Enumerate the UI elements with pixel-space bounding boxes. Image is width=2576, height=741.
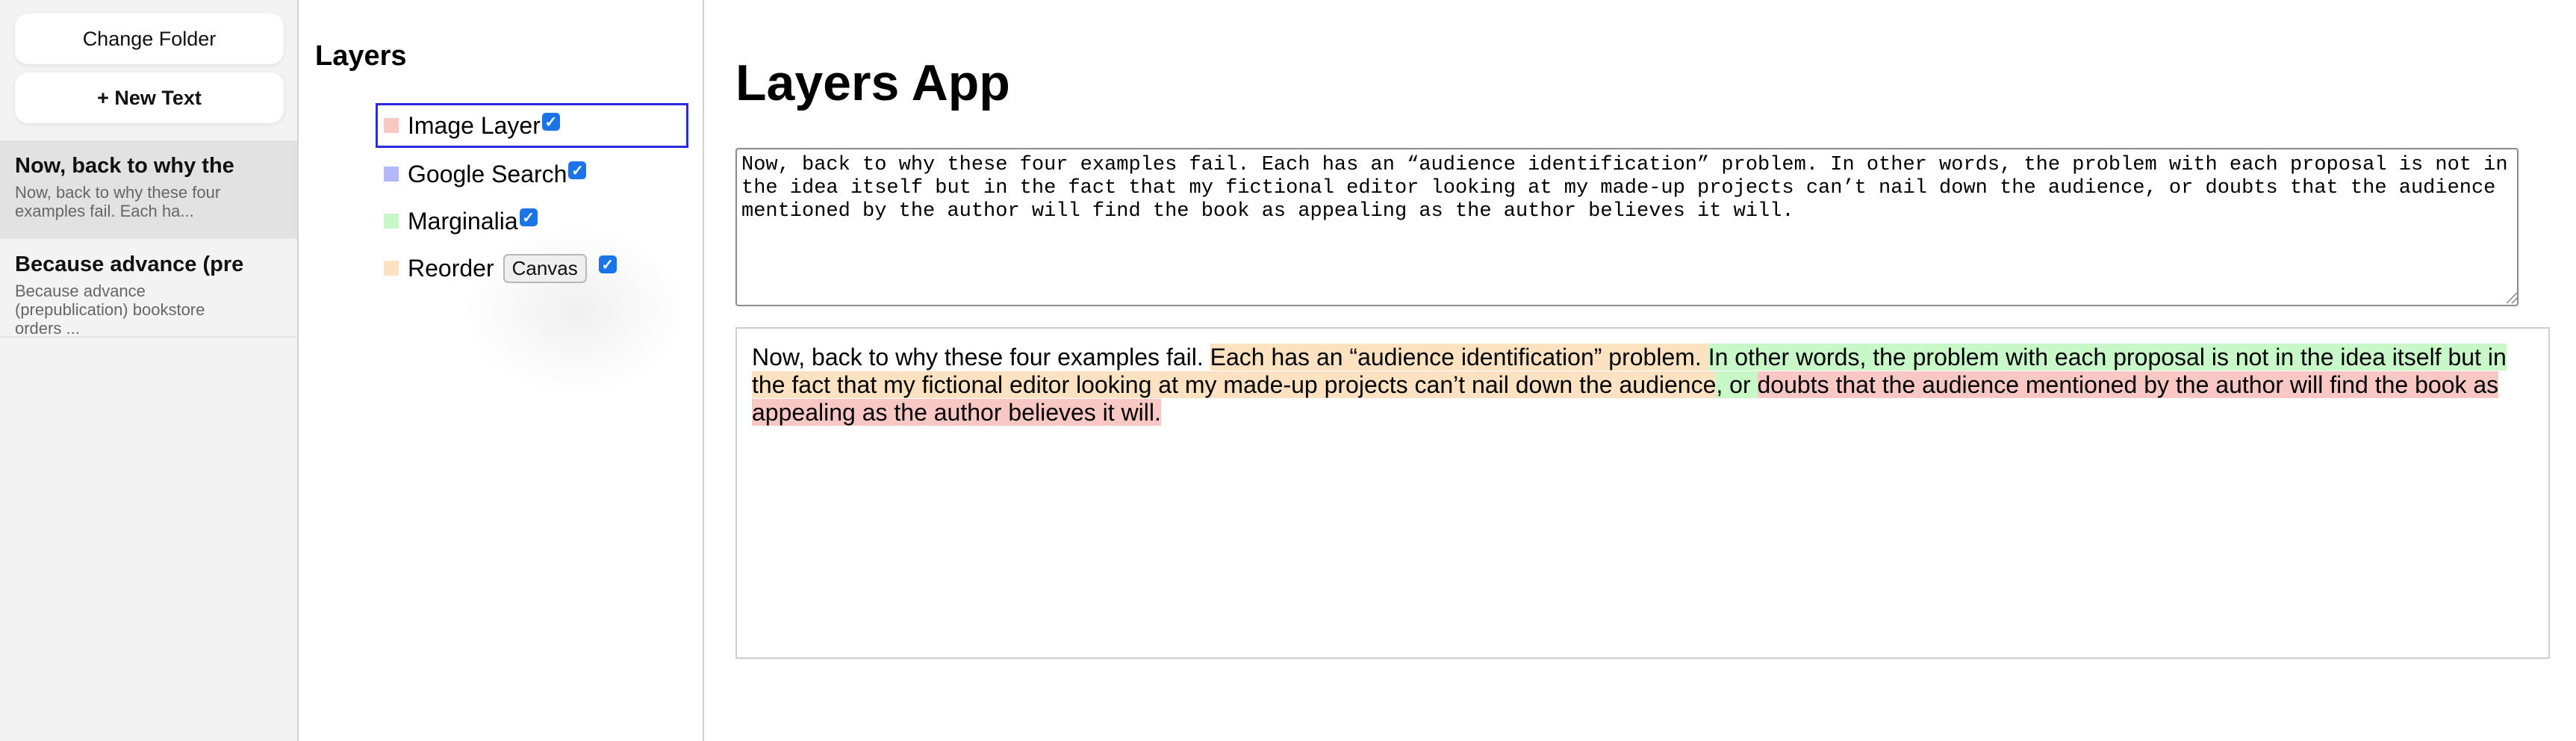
layer-label: Google Search	[408, 160, 567, 187]
note-title: Because advance (pre	[15, 252, 244, 276]
layer-visibility-checkbox[interactable]: ✓	[519, 208, 538, 226]
layer-color-swatch	[384, 214, 399, 229]
layer-color-swatch	[384, 261, 399, 276]
layer-visibility-checkbox[interactable]: ✓	[568, 161, 587, 179]
notes-sidebar: Change Folder + New Text Now, back to wh…	[0, 0, 299, 741]
new-text-button[interactable]: + New Text	[15, 72, 284, 123]
highlight-segment: the fact that my fictional editor lookin…	[752, 371, 1717, 398]
page-title: Layers App	[735, 55, 1010, 111]
highlight-segment: Each has an “audience identification” pr…	[1210, 344, 1708, 370]
layer-visibility-checkbox[interactable]: ✓	[598, 255, 617, 273]
note-snippet: Now, back to why these four examples fai…	[15, 183, 221, 220]
layer-item-image-layer[interactable]: Image Layer ✓	[376, 103, 688, 148]
highlight-segment: In other words, the problem with each pr…	[1708, 344, 2507, 370]
layer-color-swatch	[384, 118, 399, 133]
resize-handle[interactable]	[2507, 293, 2517, 303]
layer-item-google-search[interactable]: Google Search ✓	[376, 152, 587, 196]
layer-label: Reorder	[408, 254, 494, 282]
highlight-segment: , or	[1716, 371, 1758, 398]
layer-label: Image Layer	[408, 111, 541, 139]
layer-label: Marginalia	[408, 207, 518, 235]
main-area: Layers App Now, back to why these four e…	[704, 0, 2576, 741]
layer-item-marginalia[interactable]: Marginalia ✓	[376, 199, 538, 244]
note-item-2[interactable]: Because advance (pre Because advance (pr…	[0, 239, 297, 338]
layers-heading: Layers	[315, 40, 407, 72]
layered-text-preview: Now, back to why these four examples fai…	[735, 327, 2550, 659]
change-folder-button[interactable]: Change Folder	[15, 13, 284, 64]
note-snippet: Because advance (prepublication) booksto…	[15, 282, 205, 338]
layer-item-reorder[interactable]: Reorder Canvas ✓	[376, 246, 617, 291]
layers-panel: Layers Image Layer ✓ Google Search ✓ Mar…	[299, 0, 704, 741]
highlight-segment: Now, back to why these four examples fai…	[752, 344, 1210, 370]
layer-color-swatch	[384, 167, 399, 182]
note-title: Now, back to why the	[15, 154, 234, 178]
text-editor[interactable]: Now, back to why these four examples fai…	[735, 148, 2519, 306]
layer-visibility-checkbox[interactable]: ✓	[541, 113, 560, 131]
canvas-button[interactable]: Canvas	[503, 253, 587, 283]
note-item-1[interactable]: Now, back to why the Now, back to why th…	[0, 140, 297, 239]
